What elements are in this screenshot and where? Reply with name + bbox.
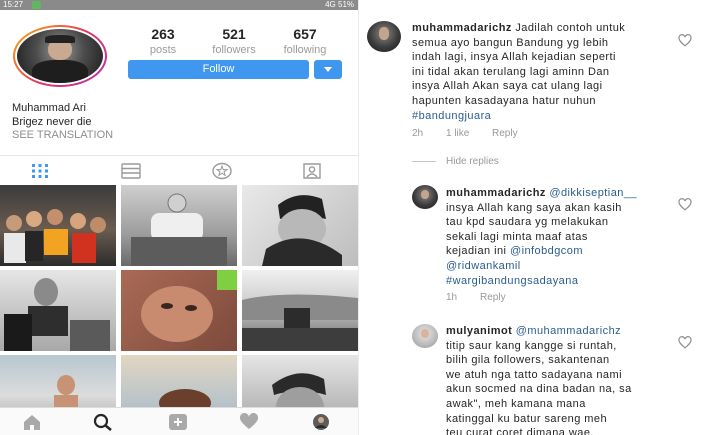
comment-username[interactable]: mulyanimot: [446, 325, 512, 337]
comment-avatar[interactable]: [412, 185, 438, 209]
following-label: following: [283, 44, 327, 56]
mention-link[interactable]: @ridwankamil: [446, 259, 684, 274]
profile-name: Muhammad Ari: [12, 102, 86, 114]
hashtag-link[interactable]: #bandungjuara: [412, 109, 680, 124]
nav-add-post[interactable]: [168, 413, 188, 431]
mention-link[interactable]: @infobdgcom: [510, 245, 583, 257]
comment-avatar[interactable]: [412, 324, 438, 348]
comment-like-count[interactable]: 1 like: [446, 128, 469, 139]
comment-line: titip saur kang kangge si runtah,: [446, 339, 617, 352]
tab-list[interactable]: [121, 162, 141, 180]
comment-body: muhammadarichz Jadilah contoh untuk semu…: [412, 21, 680, 123]
status-indicators: 4G 51%: [325, 0, 354, 9]
nav-search[interactable]: [93, 413, 113, 432]
comment-line: sekali lagi minta maaf atas: [446, 230, 588, 243]
search-icon: [93, 413, 112, 432]
posts-label: posts: [149, 44, 177, 56]
mention-link[interactable]: @muhammadarichz: [516, 325, 621, 337]
whatsapp-icon: [32, 1, 41, 9]
bottom-navigation: [0, 407, 358, 435]
comment-username[interactable]: muhammadarichz: [446, 187, 546, 199]
tab-places[interactable]: [212, 162, 232, 180]
photo-thumbnail[interactable]: [121, 270, 237, 351]
grid-icon: [32, 164, 48, 178]
comment-body: mulyanimot @muhammadarichz titip saur ka…: [446, 324, 684, 435]
comment-line: insya Allah kang saya akan kasih: [446, 201, 622, 214]
comment-line: semua ayo bangun Bandung yg lebih: [412, 36, 609, 49]
comment-line: hapunten kasadayana hatur nuhun: [412, 94, 596, 107]
status-time: 15:27: [3, 0, 24, 9]
home-icon: [24, 415, 40, 430]
comment-body: muhammadarichz @dikkiseptian__ insya All…: [446, 186, 684, 288]
caret-down-icon: [324, 66, 332, 72]
comment-line: tau kpd saudara yg melakukan: [446, 216, 609, 229]
posts-stat[interactable]: 263 posts: [128, 26, 198, 56]
comment-line: Jadilah contoh untuk: [515, 22, 626, 34]
profile-bio: Muhammad Ari Brigez never die SEE TRANSL…: [12, 102, 113, 143]
comment-line: indah lagi, insya Allah kejadian seperti: [412, 51, 616, 64]
follow-button[interactable]: Follow: [128, 60, 309, 79]
suggestions-dropdown-button[interactable]: [314, 60, 342, 79]
comment-line: katinggal ku batur sareng meh: [446, 412, 608, 425]
tagged-photos-icon: [303, 163, 321, 179]
profile-avatar-icon: [313, 414, 329, 430]
profile-tab-bar: [0, 155, 358, 185]
comment-like-button[interactable]: [678, 198, 692, 211]
comment-like-button[interactable]: [678, 336, 692, 349]
see-translation-link[interactable]: SEE TRANSLATION: [12, 129, 113, 143]
comment-time: 1h: [446, 292, 458, 303]
nav-profile[interactable]: [311, 413, 331, 431]
comment-line: kejadian ini: [446, 245, 510, 258]
hide-replies-button[interactable]: Hide replies: [446, 156, 499, 167]
comment-line: teu curat coret dimana wae.: [446, 427, 594, 435]
comment-line: ini tidal akan terulang lagi aminn Dan: [412, 65, 610, 78]
followers-stat[interactable]: 521 followers: [199, 26, 269, 56]
hashtag-link[interactable]: #wargibandungsadayana: [446, 274, 684, 289]
followers-label: followers: [212, 44, 256, 56]
tagged-places-icon: [212, 162, 232, 180]
heart-icon: [239, 412, 259, 429]
posts-count: 263: [151, 26, 175, 42]
comment-avatar[interactable]: [367, 21, 401, 52]
comment-line: bilih gila followers, sakantenan: [446, 354, 610, 367]
following-count: 657: [293, 26, 317, 42]
profile-bio-text: Brigez never die: [12, 115, 92, 128]
comment-username[interactable]: muhammadarichz: [412, 22, 512, 34]
photo-thumbnail[interactable]: [0, 185, 116, 266]
tab-grid[interactable]: [30, 162, 50, 180]
tab-tagged[interactable]: [302, 162, 322, 180]
heart-outline-icon: [678, 198, 692, 211]
comment-time: 2h: [412, 128, 424, 139]
photo-thumbnail[interactable]: [0, 270, 116, 351]
comment-line: awak", meh kamana mana: [446, 397, 586, 410]
comment-line: insya Allah Akan saya cat ulang lagi: [412, 80, 603, 93]
add-post-icon: [169, 414, 187, 430]
photo-thumbnail[interactable]: [242, 270, 358, 351]
mention-link[interactable]: @dikkiseptian__: [549, 187, 637, 199]
comment-reply-button[interactable]: Reply: [492, 128, 518, 139]
profile-panel: 15:27 4G 51% 263 posts 521 followers 657…: [0, 0, 358, 435]
followers-count: 521: [222, 26, 246, 42]
profile-photo: [17, 29, 103, 83]
following-stat[interactable]: 657 following: [270, 26, 340, 56]
photo-thumbnail[interactable]: [242, 185, 358, 266]
nav-home[interactable]: [22, 413, 42, 431]
comment-like-button[interactable]: [678, 34, 692, 47]
heart-outline-icon: [678, 336, 692, 349]
heart-outline-icon: [678, 34, 692, 47]
divider: [412, 161, 436, 162]
list-icon: [121, 163, 141, 179]
profile-avatar[interactable]: [13, 25, 107, 87]
comment-line: we atuh nga tatto sadayana nami: [446, 368, 623, 381]
status-bar: 15:27 4G 51%: [0, 0, 358, 10]
nav-activity[interactable]: [239, 412, 259, 431]
comment-reply-button[interactable]: Reply: [480, 292, 506, 303]
photo-thumbnail[interactable]: [121, 185, 237, 266]
comment-line: akun socmed na dina badan na, sa: [446, 383, 632, 396]
